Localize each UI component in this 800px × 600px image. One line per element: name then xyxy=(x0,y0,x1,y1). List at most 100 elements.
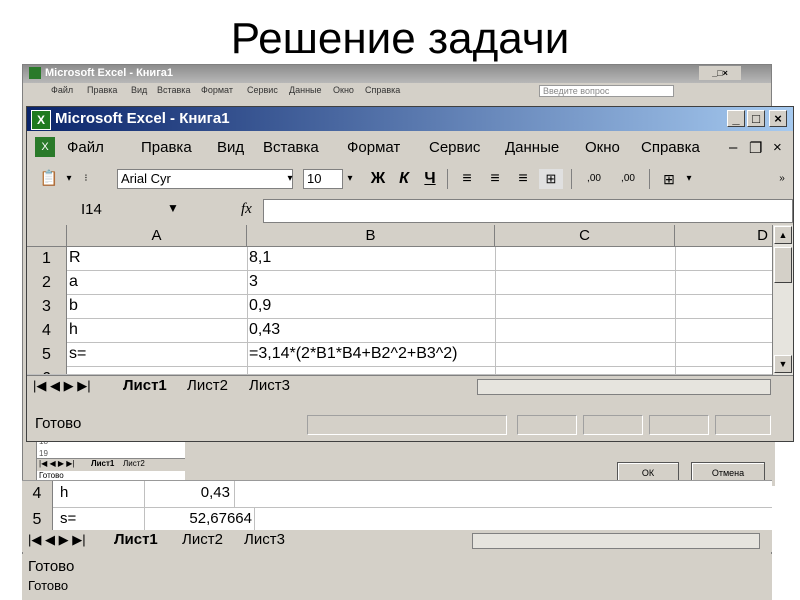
back-window-caption-buttons[interactable]: _□× xyxy=(699,66,741,80)
scroll-down-icon[interactable]: ▼ xyxy=(774,355,792,373)
font-size-select[interactable]: 10 xyxy=(303,169,343,189)
minimize-button[interactable]: _ xyxy=(727,110,745,127)
menu-view[interactable]: Вид xyxy=(217,139,244,156)
back-menu-help[interactable]: Справка xyxy=(365,85,400,95)
increase-decimal-button[interactable]: ,00 xyxy=(579,169,609,189)
select-all-corner[interactable] xyxy=(27,225,67,247)
name-box-dropdown-icon[interactable]: ▼ xyxy=(167,201,179,215)
toolbar-options-icon[interactable]: ⁝ xyxy=(79,169,93,189)
cell-a1[interactable]: R xyxy=(69,249,81,267)
font-name-dropdown-icon[interactable]: ▾ xyxy=(283,169,297,189)
menu-insert[interactable]: Вставка xyxy=(263,139,319,156)
back-cell-a4[interactable]: h xyxy=(60,484,68,501)
chevron-down-icon[interactable]: ▾ xyxy=(63,169,75,189)
maximize-button[interactable]: □ xyxy=(747,110,765,127)
align-left-icon[interactable]: ≡ xyxy=(455,169,479,189)
table-row: 5 s= =3,14*(2*B1*B4+B2^2+B3^2) xyxy=(27,343,773,367)
align-center-icon[interactable]: ≡ xyxy=(483,169,507,189)
back-tab-sheet1[interactable]: Лист1 xyxy=(114,531,158,548)
font-name-select[interactable]: Arial Cyr xyxy=(117,169,293,189)
doc-restore-icon[interactable]: ❐ xyxy=(749,139,762,157)
decrease-decimal-button[interactable]: ,00 xyxy=(613,169,643,189)
back-menu-window[interactable]: Окно xyxy=(333,85,354,95)
mini-nav-icon[interactable]: |◀ ◀ ▶ ▶| xyxy=(39,459,74,468)
cell-b1[interactable]: 8,1 xyxy=(249,249,271,267)
mini-tab-sheet2[interactable]: Лист2 xyxy=(123,459,145,468)
merge-center-icon[interactable]: ⊞ xyxy=(539,169,563,189)
tab-sheet3[interactable]: Лист3 xyxy=(249,376,290,396)
row-header[interactable]: 3 xyxy=(27,295,67,319)
doc-close-icon[interactable]: × xyxy=(773,139,782,156)
menu-help[interactable]: Справка xyxy=(641,139,700,156)
back-question-input[interactable]: Введите вопрос xyxy=(539,85,674,97)
column-header-d[interactable]: D xyxy=(675,225,773,247)
underline-button[interactable]: Ч xyxy=(419,169,441,189)
horizontal-scrollbar[interactable] xyxy=(477,379,771,395)
tab-sheet1[interactable]: Лист1 xyxy=(123,376,167,396)
cell-b3[interactable]: 0,9 xyxy=(249,297,271,315)
cell-b5[interactable]: =3,14*(2*B1*B4+B2^2+B3^2) xyxy=(249,345,458,363)
vertical-scrollbar[interactable]: ▲ ▼ xyxy=(772,225,793,375)
back-menu-insert[interactable]: Вставка xyxy=(157,85,190,95)
back-hscroll[interactable] xyxy=(472,533,760,549)
doc-minimize-icon[interactable]: – xyxy=(729,139,737,156)
back-sheet-tabs: |◀ ◀ ▶ ▶| Лист1 Лист2 Лист3 xyxy=(22,530,772,552)
back-menu-file[interactable]: Файл xyxy=(51,85,73,95)
back-cell-b5[interactable]: 52,67664 xyxy=(142,510,252,527)
row-header[interactable]: 4 xyxy=(27,319,67,343)
table-row: 2 a 3 xyxy=(27,271,773,295)
column-header-b[interactable]: B xyxy=(247,225,495,247)
name-box[interactable]: I14 xyxy=(31,200,181,220)
menu-window[interactable]: Окно xyxy=(585,139,620,156)
font-size-dropdown-icon[interactable]: ▾ xyxy=(343,169,357,189)
menu-format[interactable]: Формат xyxy=(347,139,400,156)
menu-edit[interactable]: Правка xyxy=(141,139,192,156)
workbook-icon[interactable]: X xyxy=(35,137,55,157)
cell-a4[interactable]: h xyxy=(69,321,78,339)
cell-a5[interactable]: s= xyxy=(69,345,86,363)
scroll-up-icon[interactable]: ▲ xyxy=(774,226,792,244)
back-tab-sheet2[interactable]: Лист2 xyxy=(182,531,223,548)
back-sheet-nav-icon[interactable]: |◀ ◀ ▶ ▶| xyxy=(28,532,86,548)
cell-a3[interactable]: b xyxy=(69,297,78,315)
menu-tools[interactable]: Сервис xyxy=(429,139,480,156)
tab-sheet2[interactable]: Лист2 xyxy=(187,376,228,396)
italic-button[interactable]: К xyxy=(393,169,415,189)
align-right-icon[interactable]: ≡ xyxy=(511,169,535,189)
cell-b4[interactable]: 0,43 xyxy=(249,321,280,339)
fx-icon[interactable]: fx xyxy=(241,201,252,218)
menu-data[interactable]: Данные xyxy=(505,139,559,156)
row-header[interactable]: 4 xyxy=(22,481,53,507)
back-status-text-2: Готово xyxy=(28,578,69,593)
status-panel xyxy=(583,415,643,435)
formula-input[interactable] xyxy=(263,199,793,223)
back-menu-tools[interactable]: Сервис xyxy=(247,85,278,95)
borders-icon[interactable]: ⊞ xyxy=(657,169,681,189)
borders-dropdown-icon[interactable]: ▾ xyxy=(683,169,695,189)
row-header[interactable]: 1 xyxy=(27,247,67,271)
dialog-fragment: ОК Отмена xyxy=(185,436,775,486)
back-cell-b4[interactable]: 0,43 xyxy=(162,484,230,501)
back-menu-data[interactable]: Данные xyxy=(289,85,322,95)
toolbar-overflow-icon[interactable]: » xyxy=(775,169,789,189)
sheet-nav-icon[interactable]: |◀ ◀ ▶ ▶| xyxy=(33,376,91,396)
paste-icon[interactable]: 📋 xyxy=(37,169,61,189)
cell-a2[interactable]: a xyxy=(69,273,78,291)
back-cell-a5[interactable]: s= xyxy=(60,510,76,527)
row-header[interactable]: 2 xyxy=(27,271,67,295)
cell-b2[interactable]: 3 xyxy=(249,273,258,291)
column-header-a[interactable]: A xyxy=(67,225,247,247)
back-menu-bar: Файл Правка Вид Вставка Формат Сервис Да… xyxy=(23,85,771,101)
close-button[interactable]: × xyxy=(769,110,787,127)
row-header[interactable]: 6 xyxy=(27,367,67,374)
mini-tab-sheet1[interactable]: Лист1 xyxy=(91,459,114,468)
column-header-c[interactable]: C xyxy=(495,225,675,247)
back-menu-edit[interactable]: Правка xyxy=(87,85,117,95)
back-menu-format[interactable]: Формат xyxy=(201,85,233,95)
row-header[interactable]: 5 xyxy=(27,343,67,367)
bold-button[interactable]: Ж xyxy=(367,169,389,189)
menu-file[interactable]: Файл xyxy=(67,139,104,156)
back-menu-view[interactable]: Вид xyxy=(131,85,147,95)
scroll-thumb[interactable] xyxy=(774,247,792,283)
back-tab-sheet3[interactable]: Лист3 xyxy=(244,531,285,548)
